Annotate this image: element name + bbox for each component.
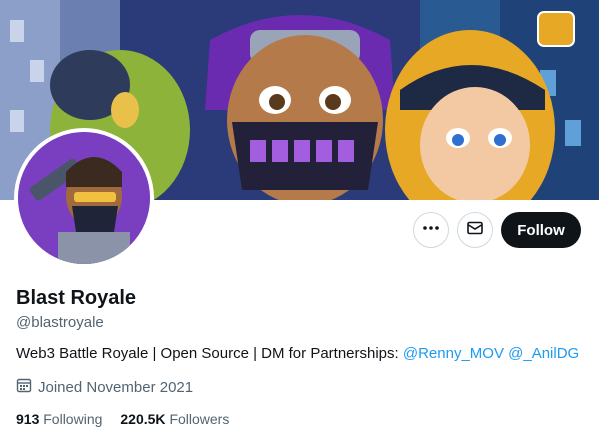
profile-actions: Follow [413, 212, 581, 248]
bio-mention-link[interactable]: @Renny_MOV [403, 345, 504, 362]
message-button[interactable] [457, 212, 493, 248]
bio-text: Web3 Battle Royale | Open Source | DM fo… [16, 345, 403, 362]
followers-link[interactable]: 220.5K Followers [120, 411, 229, 427]
profile-handle: @blastroyale [16, 314, 104, 331]
bio-mention-link[interactable]: @_AnilDG [508, 345, 579, 362]
profile-avatar[interactable] [14, 128, 154, 268]
follow-stats: 913 Following 220.5K Followers [16, 411, 229, 427]
following-count: 913 [16, 411, 40, 427]
followers-label: Followers [169, 411, 230, 427]
more-icon [422, 219, 440, 242]
following-label: Following [43, 411, 103, 427]
more-options-button[interactable] [413, 212, 449, 248]
joined-text: Joined November 2021 [38, 378, 194, 396]
follow-button[interactable]: Follow [501, 212, 581, 248]
followers-count: 220.5K [120, 411, 166, 427]
mail-icon [466, 219, 484, 242]
calendar-icon [16, 377, 32, 397]
profile-name: Blast Royale [16, 287, 137, 309]
following-link[interactable]: 913 Following [16, 411, 102, 427]
profile-bio: Web3 Battle Royale | Open Source | DM fo… [16, 345, 579, 362]
joined-date: Joined November 2021 [16, 377, 193, 397]
